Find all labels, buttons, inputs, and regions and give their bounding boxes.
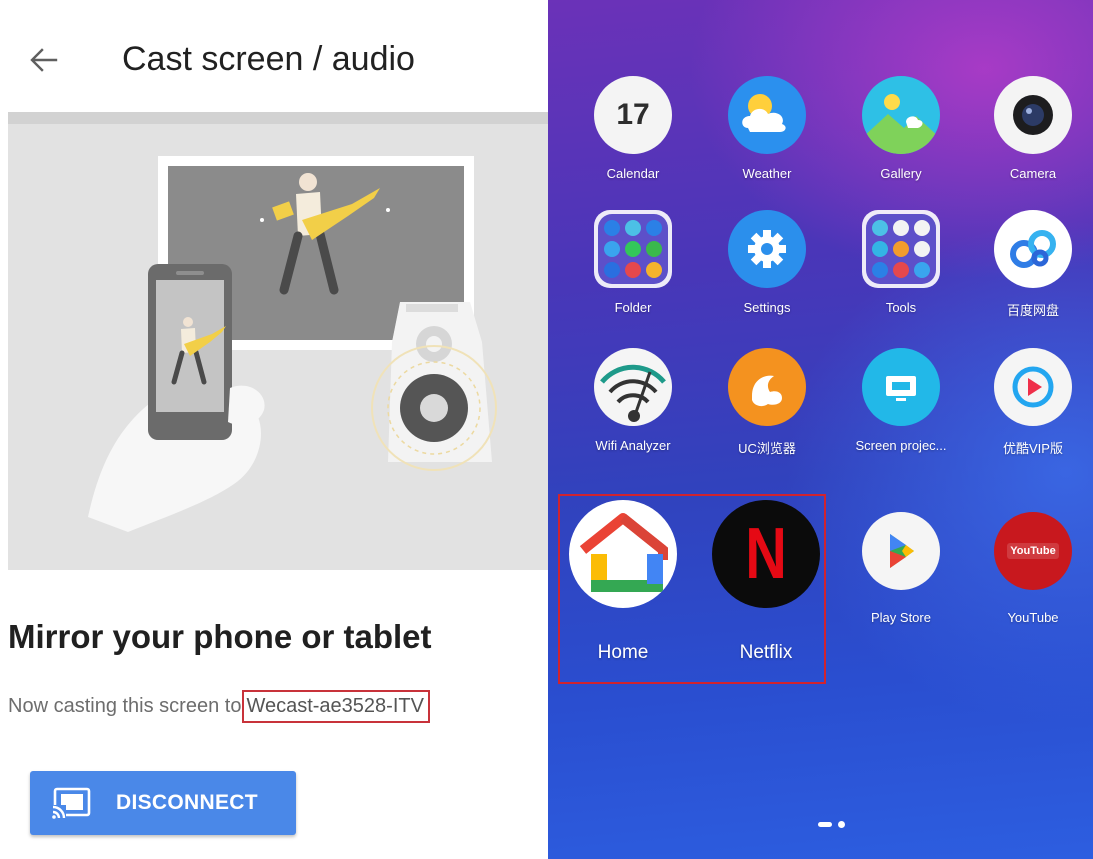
app-tools[interactable]: Tools xyxy=(836,210,966,340)
wifi-analyzer-icon xyxy=(594,348,672,426)
app-label: Folder xyxy=(614,300,652,315)
app-settings[interactable]: Settings xyxy=(702,210,832,340)
app-youku[interactable]: 优酷VIP版 xyxy=(968,348,1093,478)
youtube-logo: YouTube xyxy=(1007,543,1059,559)
app-screen-projection[interactable]: Screen projec... xyxy=(836,348,966,478)
calendar-icon: 17 xyxy=(594,76,672,154)
calendar-date: 17 xyxy=(616,98,650,131)
page-indicator-current xyxy=(818,822,832,827)
settings-icon xyxy=(728,210,806,288)
app-label: Camera xyxy=(1009,166,1057,181)
casting-illustration-art xyxy=(88,156,497,532)
app-label: 百度网盘 xyxy=(1006,303,1059,318)
app-label: UC浏览器 xyxy=(738,441,796,456)
app-label: Calendar xyxy=(606,166,660,181)
app-label: Tools xyxy=(885,300,917,315)
app-label: Screen projec... xyxy=(855,438,947,453)
back-arrow-icon[interactable] xyxy=(28,44,60,76)
app-label: YouTube xyxy=(1007,610,1059,625)
tools-icon xyxy=(862,210,940,288)
section-heading: Mirror your phone or tablet xyxy=(8,618,432,655)
app-camera[interactable]: Camera xyxy=(968,76,1093,206)
app-label: Wifi Analyzer xyxy=(595,438,671,453)
cast-device-name: Wecast-ae3528-ITV xyxy=(242,690,430,723)
gallery-icon xyxy=(862,76,940,154)
casting-status: Now casting this screen to Wecast-ae3528-… xyxy=(8,690,430,723)
screen-projection-icon xyxy=(862,348,940,426)
app-weather[interactable]: Weather xyxy=(702,76,832,206)
youku-icon xyxy=(994,348,1072,426)
app-folder[interactable]: Folder xyxy=(568,210,698,340)
app-label: Settings xyxy=(743,300,791,315)
page-title: Cast screen / audio xyxy=(122,40,415,78)
weather-icon xyxy=(728,76,806,154)
play-store-icon xyxy=(862,512,940,590)
cast-connected-icon xyxy=(52,787,91,819)
app-wifi-analyzer[interactable]: Wifi Analyzer xyxy=(568,348,698,478)
casting-status-text: Now casting this screen to xyxy=(8,695,242,717)
app-label: 优酷VIP版 xyxy=(1003,441,1063,456)
highlight-box xyxy=(558,494,826,684)
casting-illustration xyxy=(8,112,548,570)
app-label: Weather xyxy=(742,166,792,181)
camera-icon xyxy=(994,76,1072,154)
app-label: Play Store xyxy=(871,610,931,625)
app-youtube[interactable]: YouTube YouTube xyxy=(968,512,1093,642)
baidu-netdisk-icon xyxy=(994,210,1072,288)
uc-browser-icon xyxy=(728,348,806,426)
app-label: Gallery xyxy=(880,166,922,181)
app-uc-browser[interactable]: UC浏览器 xyxy=(702,348,832,478)
app-gallery[interactable]: Gallery xyxy=(836,76,966,206)
app-bar: Cast screen / audio xyxy=(0,0,548,112)
app-calendar[interactable]: 17 Calendar xyxy=(568,76,698,206)
phone-home-screen: 17 Calendar Weather Gallery Camera Folde… xyxy=(548,0,1093,859)
disconnect-button[interactable]: DISCONNECT xyxy=(30,771,296,835)
page-indicator-dot xyxy=(838,821,845,828)
folder-icon xyxy=(594,210,672,288)
youtube-icon: YouTube xyxy=(994,512,1072,590)
cast-screen-panel: Cast screen / audio Mirror your phone or… xyxy=(0,0,548,859)
disconnect-button-label: DISCONNECT xyxy=(116,791,258,814)
app-play-store[interactable]: Play Store xyxy=(836,512,966,642)
app-baidu-netdisk[interactable]: 百度网盘 xyxy=(968,210,1093,340)
